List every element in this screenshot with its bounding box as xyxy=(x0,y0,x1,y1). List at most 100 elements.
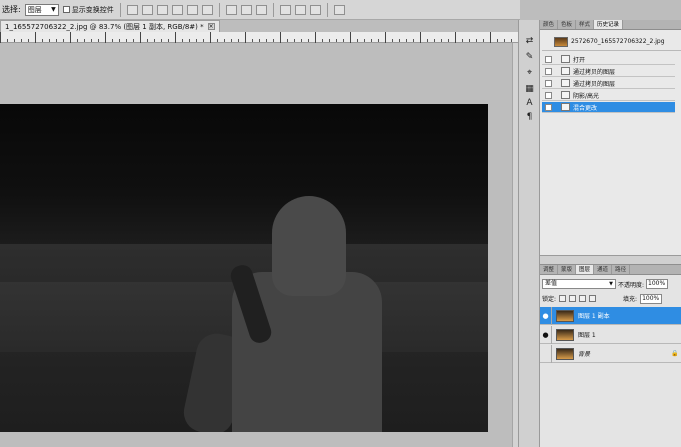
history-checkbox[interactable] xyxy=(545,55,552,63)
lock-pixels-icon[interactable] xyxy=(569,295,577,302)
document-tab[interactable]: 1_165572706322_2.jpg @ 83.7% (图层 1 副本, R… xyxy=(0,20,220,32)
history-step-icon xyxy=(561,91,570,99)
align-center-icon[interactable] xyxy=(186,4,198,15)
tab-layers[interactable]: 图层 xyxy=(576,265,595,274)
history-step-icon xyxy=(561,103,570,111)
history-checkbox[interactable] xyxy=(545,91,552,99)
opacity-label: 不透明度: xyxy=(618,281,645,289)
layer-thumbnail xyxy=(556,309,574,322)
separator xyxy=(272,2,274,17)
document-window: 1_165572706322_2.jpg @ 83.7% (图层 1 副本, R… xyxy=(0,20,518,447)
fill-label: 填充: xyxy=(623,296,638,303)
auto-select-value: 图层 xyxy=(27,5,42,14)
lock-position-icon[interactable] xyxy=(579,295,587,302)
eye-icon[interactable]: ● xyxy=(540,306,552,325)
adjust-icon[interactable]: ⇄ xyxy=(524,36,535,47)
separator xyxy=(218,2,220,17)
history-step-icon xyxy=(561,79,570,87)
history-step-icon xyxy=(561,67,570,75)
layer-name: 图层 1 副本 xyxy=(578,313,610,320)
snapshot-label: 2572670_165572706322_2.jpg xyxy=(571,38,665,45)
history-checkbox[interactable] xyxy=(545,67,552,75)
history-item-label: 打开 xyxy=(573,56,586,64)
paragraph-icon[interactable]: ¶ xyxy=(524,112,535,123)
swatch-icon[interactable]: ▦ xyxy=(524,84,535,95)
align-left-icon[interactable] xyxy=(171,4,183,15)
history-item-label: 通过拷贝的图层 xyxy=(573,68,616,76)
separator xyxy=(119,2,121,17)
tab-paths[interactable]: 路径 xyxy=(612,265,631,274)
layer-name: 背景 xyxy=(578,351,591,358)
show-transform-controls[interactable]: 显示变换控件 xyxy=(62,5,114,15)
canvas-person-head xyxy=(272,196,346,296)
history-panel-footer xyxy=(540,255,681,264)
blend-mode-select[interactable]: 差值 ▼ xyxy=(542,279,616,289)
fill-field[interactable]: 100% xyxy=(640,293,663,304)
history-item-layer-via-copy-2[interactable]: 通过拷贝的图层 xyxy=(542,78,675,89)
canvas-sky xyxy=(0,104,488,254)
layer-row[interactable]: ● 图层 1 副本 xyxy=(540,306,681,325)
lock-label: 锁定: xyxy=(542,296,557,303)
distribute-left-icon[interactable] xyxy=(279,4,291,15)
history-panel-tabs: 颜色 色板 样式 历史记录 xyxy=(540,20,681,30)
layer-row[interactable]: 背景 🔒 xyxy=(540,344,681,363)
chevron-down-icon: ▼ xyxy=(51,5,56,13)
distribute-center-icon[interactable] xyxy=(294,4,306,15)
auto-align-icon[interactable] xyxy=(333,4,345,15)
distribute-bottom-icon[interactable] xyxy=(255,4,267,15)
history-checkbox[interactable] xyxy=(545,79,552,87)
lock-row: 锁定: 填充: 100% xyxy=(542,293,679,304)
distribute-right-icon[interactable] xyxy=(309,4,321,15)
tab-history[interactable]: 历史记录 xyxy=(594,20,624,29)
document-tab-title: 1_165572706322_2.jpg @ 83.7% (图层 1 副本, R… xyxy=(5,22,204,31)
history-item-blend-change[interactable]: 混合更改 xyxy=(542,102,675,113)
text-icon[interactable]: A xyxy=(524,98,535,109)
align-bottom-icon[interactable] xyxy=(156,4,168,15)
lock-icon: 🔒 xyxy=(671,350,679,357)
snapshot-thumbnail xyxy=(554,36,568,47)
align-right-icon[interactable] xyxy=(201,4,213,15)
layer-thumbnail xyxy=(556,328,574,341)
brush-icon[interactable]: ✎ xyxy=(524,52,535,63)
opacity-field[interactable]: 100% xyxy=(646,279,669,289)
layer-row[interactable]: ● 图层 1 xyxy=(540,325,681,344)
layer-name: 图层 1 xyxy=(578,332,596,339)
blend-mode-value: 差值 xyxy=(545,280,558,287)
auto-select-dropdown[interactable]: 图层 ▼ xyxy=(24,3,59,16)
tab-channels[interactable]: 通道 xyxy=(594,265,613,274)
stamp-icon[interactable]: ⌖ xyxy=(524,68,535,79)
auto-select-label: 选择: xyxy=(2,5,21,14)
options-bar: 选择: 图层 ▼ 显示变换控件 xyxy=(0,0,520,20)
align-middle-icon[interactable] xyxy=(141,4,153,15)
tab-color[interactable]: 颜色 xyxy=(540,20,559,29)
history-panel: 颜色 色板 样式 历史记录 2572670_165572706322_2.jpg… xyxy=(540,20,681,265)
history-item-open[interactable]: 打开 xyxy=(542,54,675,65)
history-item-layer-via-copy[interactable]: 通过拷贝的图层 xyxy=(542,66,675,77)
eye-hidden-icon[interactable] xyxy=(540,344,552,363)
tab-styles[interactable]: 样式 xyxy=(576,20,595,29)
history-snapshot[interactable]: 2572670_165572706322_2.jpg xyxy=(542,33,681,51)
separator xyxy=(326,2,328,17)
history-item-label: 阴影/高光 xyxy=(573,92,600,100)
tab-adjustments[interactable]: 调整 xyxy=(540,265,559,274)
tab-swatches[interactable]: 色板 xyxy=(558,20,577,29)
distribute-middle-icon[interactable] xyxy=(240,4,252,15)
history-item-label: 通过拷贝的图层 xyxy=(573,80,616,88)
layers-panel-tabs: 调整 蒙版 图层 通道 路径 xyxy=(540,265,681,275)
tab-masks[interactable]: 蒙版 xyxy=(558,265,577,274)
panel-dock-strip: ⇄ ✎ ⌖ ▦ A ¶ xyxy=(518,20,540,447)
right-panels: 颜色 色板 样式 历史记录 2572670_165572706322_2.jpg… xyxy=(540,20,681,447)
lock-transparency-icon[interactable] xyxy=(559,295,567,302)
close-icon[interactable]: × xyxy=(207,23,215,30)
align-top-icon[interactable] xyxy=(126,4,138,15)
show-transform-label: 显示变换控件 xyxy=(71,5,114,14)
distribute-top-icon[interactable] xyxy=(225,4,237,15)
checkbox-icon[interactable] xyxy=(62,6,70,13)
lock-all-icon[interactable] xyxy=(589,295,597,302)
history-checkbox[interactable] xyxy=(545,103,552,111)
eye-icon[interactable]: ● xyxy=(540,325,552,344)
ruler-major-ticks xyxy=(0,32,518,43)
image-canvas[interactable] xyxy=(0,104,488,432)
history-item-shadow-highlight[interactable]: 阴影/高光 xyxy=(542,90,675,101)
blend-row: 差值 ▼ 不透明度: 100% xyxy=(542,278,679,290)
